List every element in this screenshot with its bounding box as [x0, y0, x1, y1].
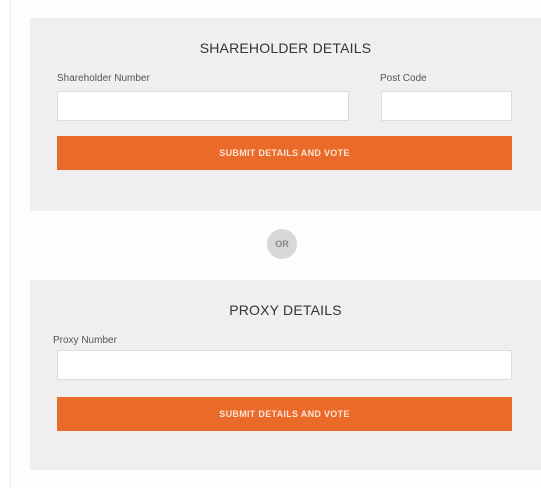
post-code-label: Post Code — [380, 73, 427, 84]
post-code-input[interactable] — [381, 91, 512, 121]
proxy-details-title: PROXY DETAILS — [229, 302, 342, 318]
shareholder-submit-button[interactable]: SUBMIT DETAILS AND VOTE — [57, 136, 512, 170]
or-divider-badge: OR — [267, 229, 297, 259]
shareholder-number-input[interactable] — [57, 91, 349, 121]
proxy-submit-button[interactable]: SUBMIT DETAILS AND VOTE — [57, 397, 512, 431]
proxy-number-label: Proxy Number — [53, 335, 117, 346]
proxy-number-input[interactable] — [57, 350, 512, 380]
shareholder-details-title: SHAREHOLDER DETAILS — [199, 40, 372, 56]
shareholder-details-panel: SHAREHOLDER DETAILS Shareholder Number P… — [30, 18, 541, 211]
proxy-details-panel: PROXY DETAILS Proxy Number SUBMIT DETAIL… — [30, 280, 541, 470]
shareholder-number-label: Shareholder Number — [57, 73, 150, 84]
